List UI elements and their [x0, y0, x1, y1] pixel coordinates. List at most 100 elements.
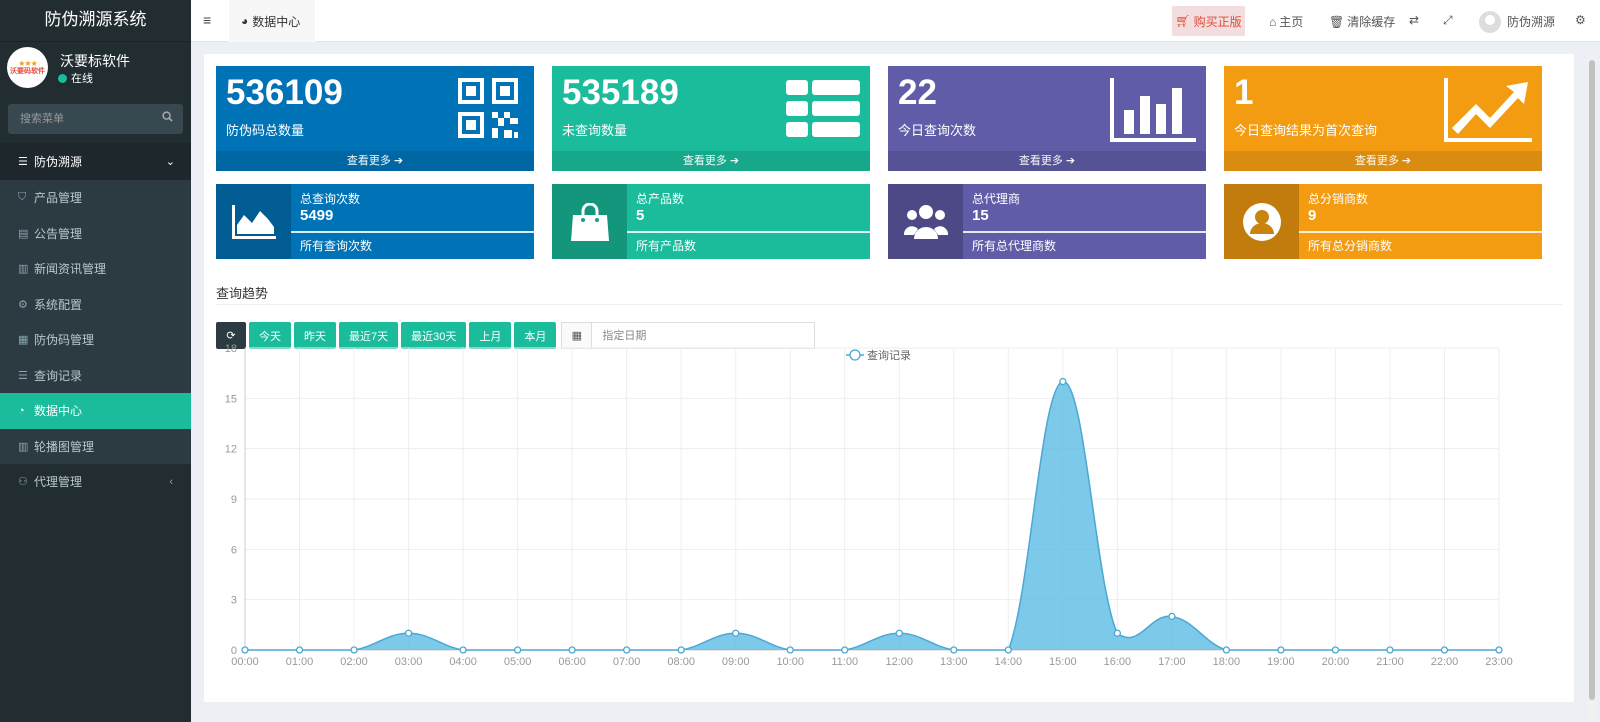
progress-bar	[1299, 231, 1542, 233]
x-tick-label: 05:00	[504, 656, 532, 668]
menu-toggle-icon[interactable]: ≡	[203, 12, 211, 28]
data-point	[241, 646, 249, 654]
data-point	[404, 629, 413, 637]
stat-value: 536109	[226, 73, 343, 112]
sidebar-item-label: 产品管理	[34, 191, 83, 206]
data-point	[841, 646, 849, 654]
progress-bar	[627, 231, 870, 233]
page-scrollbar[interactable]	[1588, 54, 1596, 716]
x-tick-label: 15:00	[1049, 656, 1077, 668]
main-content: 536109 防伪码总数量 查看更多 ➔ 535189 未查询数量 查看更多 ➔…	[204, 54, 1574, 702]
fullscreen-button[interactable]: ⤢	[1443, 13, 1453, 28]
home-link[interactable]: ⌂ 主页	[1269, 13, 1303, 30]
menu-group-label: 防伪溯源	[34, 155, 83, 169]
info-value: 5	[636, 207, 645, 224]
sidebar-item-news[interactable]: ▥ 新闻资讯管理	[0, 251, 191, 287]
divider	[216, 304, 1562, 305]
sidebar-item-label: 数据中心	[34, 404, 83, 419]
top-navbar: ≡ ◕ 数据中心 🛒︎ 购买正版 ⌂ 主页 🗑︎ 清除缓存 ⇄ ⤢ 防伪溯源 ⚙	[191, 0, 1600, 42]
line-chart-icon	[1444, 78, 1532, 142]
data-point	[1331, 646, 1340, 654]
stat-value: 1	[1234, 73, 1254, 112]
user-circle-icon	[1224, 184, 1299, 259]
x-tick-label: 13:00	[940, 656, 968, 668]
sidebar-item-datacenter[interactable]: ◔ 数据中心	[0, 393, 191, 429]
data-point	[786, 646, 794, 654]
info-value: 5499	[300, 207, 334, 224]
users-icon: ⚇	[18, 476, 28, 489]
translate-button[interactable]: ⇄	[1409, 13, 1419, 27]
tab-datacenter[interactable]: ◕ 数据中心	[229, 0, 315, 42]
avatar-logo-text: 沃要码软件	[10, 67, 45, 75]
bar-chart-icon	[1110, 78, 1196, 142]
search-icon[interactable]	[162, 111, 173, 125]
scrollbar-thumb[interactable]	[1589, 60, 1595, 700]
data-point	[459, 646, 467, 654]
info-box-total-queries: 总查询次数 5499 所有查询次数	[216, 184, 534, 259]
app-title[interactable]: 防伪溯源系统	[0, 0, 191, 42]
y-tick-label: 6	[231, 544, 237, 556]
search-input[interactable]	[8, 104, 148, 134]
data-point	[513, 646, 522, 654]
dashboard-icon: ◔	[18, 404, 25, 417]
y-tick-label: 9	[231, 494, 237, 506]
data-point	[350, 646, 358, 654]
data-point	[1004, 646, 1012, 654]
section-title: 查询趋势	[216, 286, 269, 301]
buy-button[interactable]: 🛒︎ 购买正版	[1172, 6, 1245, 36]
x-tick-label: 08:00	[667, 656, 695, 668]
user-panel: ★★★ 沃要码软件 沃要标软件 在线	[0, 42, 191, 96]
progress-bar	[291, 231, 534, 233]
info-title: 总代理商	[972, 192, 1021, 206]
settings-button[interactable]: ⚙	[1575, 13, 1586, 27]
y-tick-label: 15	[225, 393, 237, 405]
info-title: 总产品数	[636, 192, 685, 206]
trash-icon: 🗑︎	[1329, 14, 1345, 29]
x-tick-label: 10:00	[776, 656, 804, 668]
view-more-link[interactable]: 查看更多 ➔	[1224, 151, 1542, 171]
query-trend-chart: 036912151800:00 01:00 02:00 03:00 04:00 05:00…	[225, 344, 1513, 668]
dashboard-icon: ◕	[241, 14, 249, 28]
menu-group-fangwei[interactable]: ☰ 防伪溯源 ⌄	[0, 143, 191, 180]
view-more-link[interactable]: 查看更多 ➔	[888, 151, 1206, 171]
x-tick-label: 00:00	[231, 656, 259, 668]
sidebar-item-carousel[interactable]: ▥ 轮播图管理	[0, 428, 191, 464]
x-tick-label: 04:00	[449, 656, 477, 668]
sidebar-item-label: 轮播图管理	[34, 439, 95, 454]
sidebar-item-label: 防伪码管理	[34, 333, 95, 348]
users-icon	[888, 184, 963, 259]
sidebar-item-product[interactable]: ⛉ 产品管理	[0, 180, 191, 216]
x-tick-label: 06:00	[558, 656, 586, 668]
view-more-link[interactable]: 查看更多 ➔	[552, 151, 870, 171]
chevron-down-icon: ⌄	[165, 156, 175, 168]
legend-label: 查询记录	[867, 348, 911, 362]
x-tick-label: 09:00	[722, 656, 750, 668]
stat-label: 防伪码总数量	[226, 123, 305, 138]
view-more-link[interactable]: 查看更多 ➔	[216, 151, 534, 171]
stat-box-today-queries: 22 今日查询次数 查看更多 ➔	[888, 66, 1206, 171]
series-line	[245, 380, 1499, 651]
sidebar-item-notice[interactable]: ▤ 公告管理	[0, 215, 191, 251]
sidebar-item-records[interactable]: ☰ 查询记录	[0, 357, 191, 393]
x-tick-label: 17:00	[1158, 656, 1186, 668]
stat-box-unqueried: 535189 未查询数量 查看更多 ➔	[552, 66, 870, 171]
sidebar-item-codes[interactable]: ▦ 防伪码管理	[0, 322, 191, 358]
stat-label: 未查询数量	[562, 123, 628, 138]
clear-cache-link[interactable]: 🗑︎ 清除缓存	[1329, 13, 1395, 30]
y-tick-label: 3	[231, 595, 237, 607]
status-label: 在线	[71, 73, 93, 85]
clear-cache-label: 清除缓存	[1347, 15, 1396, 29]
sidebar-search	[8, 104, 183, 134]
user-avatar[interactable]	[1479, 11, 1501, 33]
sidebar-item-agent[interactable]: ⚇ 代理管理 ‹	[0, 464, 191, 500]
username-link[interactable]: 防伪溯源	[1507, 13, 1555, 30]
x-tick-label: 01:00	[286, 656, 314, 668]
list-icon: ☰	[18, 156, 28, 168]
info-title: 总查询次数	[300, 192, 361, 206]
image-icon: ▥	[18, 440, 29, 453]
stat-value: 535189	[562, 73, 679, 112]
data-point	[568, 646, 576, 654]
sidebar-item-config[interactable]: ⚙ 系统配置	[0, 286, 191, 322]
cart-icon: 🛒︎	[1175, 14, 1191, 28]
info-box-total-agents: 总代理商 15 所有总代理商数	[888, 184, 1206, 259]
